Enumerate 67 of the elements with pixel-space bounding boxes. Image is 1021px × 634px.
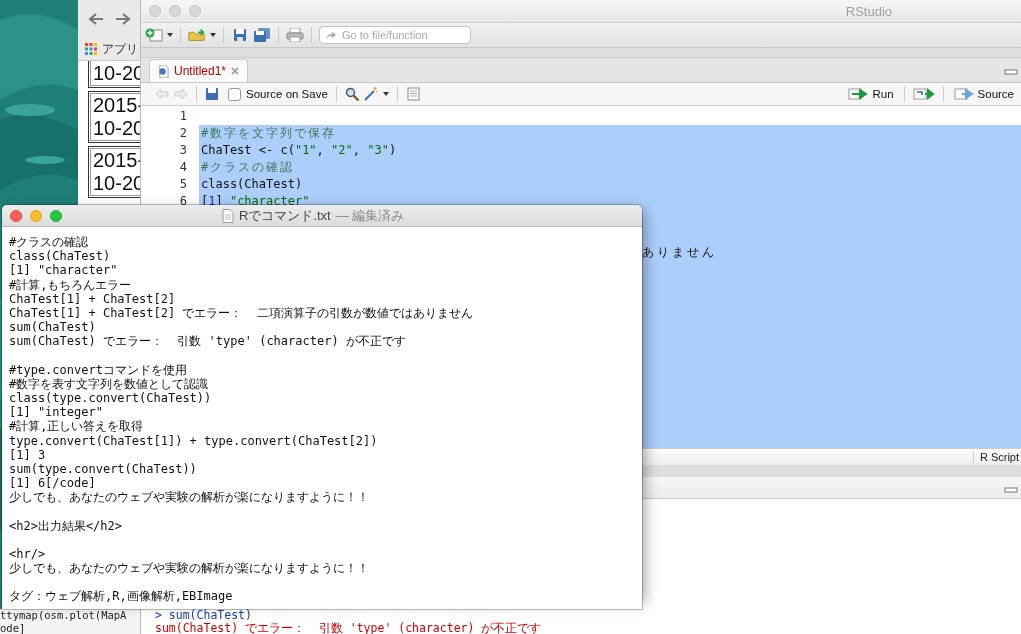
run-button[interactable]: Run <box>846 88 896 100</box>
zoom-button[interactable] <box>50 209 62 222</box>
rerun-icon[interactable] <box>912 88 935 100</box>
source-arrow-icon <box>953 88 976 100</box>
text-line: #type.convertコマンドを使用 <box>9 362 187 377</box>
close-icon[interactable] <box>231 67 240 75</box>
text-line: タグ：ウェブ解析,R,画像解析,EBImage <box>9 589 233 604</box>
text-line: sum(ChaTest) <box>9 320 96 335</box>
apps-grid-icon[interactable] <box>85 43 97 55</box>
text-line: [1] 3 <box>9 447 46 463</box>
close-button[interactable] <box>10 209 22 222</box>
text-line: class(type.convert(ChaTest)) <box>9 391 212 406</box>
save-icon[interactable] <box>205 87 219 101</box>
r-file-icon <box>158 64 169 78</box>
bookmark-link[interactable]: アプリ <box>102 41 138 57</box>
file-type-label[interactable]: R Script <box>972 451 1021 463</box>
text-line: ChaTest[1] + ChaTest[2] <box>9 291 176 306</box>
text-line: 少しでも、あなたのウェブや実験の解析が楽になりますように！！ <box>9 561 369 576</box>
text-line: sum(ChaTest) でエラー： 引数 'type' (character) が不正です <box>9 334 406 349</box>
arrow-icon <box>325 30 337 40</box>
text-line: type.convert(ChaTest[1]) + type.convert(ChaTest[2]) <box>9 433 378 448</box>
code-line: ChaTest <- c("1", "2", "3") <box>201 143 397 157</box>
line-number: 1 <box>179 108 187 125</box>
save-icon[interactable] <box>231 28 249 42</box>
code-line: #数字を文字列で保存 <box>201 126 337 140</box>
text-line: <h2>出力結果</h2> <box>9 518 123 533</box>
text-line: <hr/> <box>9 546 46 562</box>
line-number: 2 <box>179 125 187 142</box>
minimize-button[interactable] <box>30 209 42 222</box>
line-number: 6 <box>179 193 187 210</box>
print-icon[interactable] <box>286 28 304 42</box>
notebook-icon[interactable] <box>405 87 420 101</box>
line-number: 4 <box>179 159 187 176</box>
line-number: 3 <box>179 142 187 159</box>
code-line: #クラスの確認 <box>201 160 295 174</box>
magic-wand-icon[interactable] <box>363 87 378 101</box>
source-on-save-checkbox[interactable]: Source on Save <box>228 87 328 101</box>
save-all-icon[interactable] <box>253 28 271 42</box>
forward-icon[interactable] <box>115 12 131 26</box>
document-icon <box>222 208 234 223</box>
window-title: RStudio <box>845 3 892 19</box>
text-line: [1] "character" <box>9 263 118 278</box>
search-field[interactable]: Go to file/function <box>319 26 471 44</box>
console-line: > sum(ChaTest) <box>155 609 252 622</box>
edited-status: — 編集済み <box>335 206 405 225</box>
text-line: sum(type.convert(ChaTest)) <box>9 462 197 477</box>
code-line: ttymap(osm.plot(MapA <box>0 609 127 622</box>
line-number: 5 <box>179 176 187 193</box>
text-line: #数字を表す文字列を数値として認識 <box>9 376 209 392</box>
code-line: ode] <box>0 621 26 634</box>
window-title: Rでコマンド.txt <box>239 206 331 225</box>
text-line: 少しでも、あなたのウェブや実験の解析が楽になりますように！！ <box>9 490 369 505</box>
code-line: class(ChaTest) <box>201 177 303 191</box>
text-line: #計算,正しい答えを取得 <box>9 419 144 434</box>
text-line: [1] "integer" <box>9 405 103 420</box>
text-line: #計算,もちろんエラー <box>9 277 132 292</box>
text-line: [1] 6[/code] <box>9 476 96 491</box>
text-line: ChaTest[1] + ChaTest[2] でエラー： 二項演算子の引数が数値ではありません <box>9 306 473 321</box>
search-icon[interactable] <box>344 87 359 101</box>
back-icon[interactable] <box>88 12 104 26</box>
caret-icon[interactable] <box>382 92 389 96</box>
text-line: #クラスの確認 <box>9 235 89 250</box>
file-tab[interactable]: Untitled1* <box>149 59 249 82</box>
console-line: sum(ChaTest) でエラー： 引数 'type' (character) が不正です <box>155 621 542 634</box>
source-button[interactable]: Source <box>951 88 1016 100</box>
text-line: class(ChaTest) <box>9 249 111 264</box>
code-line: ありません <box>642 245 717 259</box>
